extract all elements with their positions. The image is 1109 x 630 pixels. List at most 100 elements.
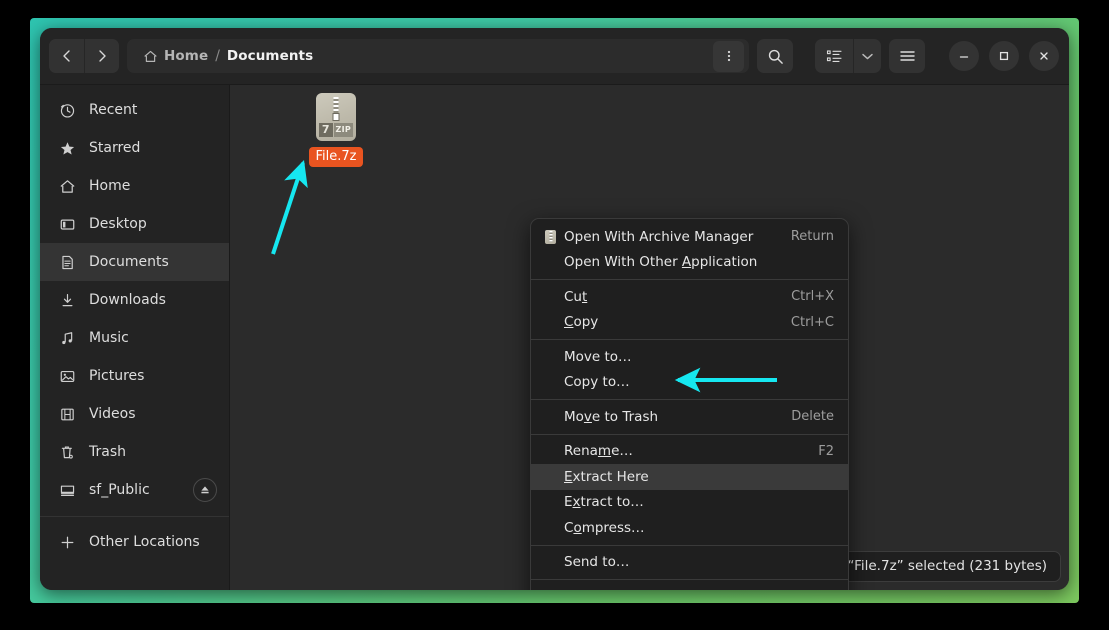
context-menu-separator [531, 279, 848, 280]
sidebar-item-videos[interactable]: Videos [40, 395, 229, 433]
list-view-icon [826, 49, 843, 64]
path-options-button[interactable] [713, 41, 744, 72]
maximize-button[interactable] [989, 41, 1019, 71]
context-menu-item-label: Open With Other Application [564, 254, 834, 270]
sidebar-item-label: Other Locations [89, 534, 217, 550]
archive-7zip-icon: 7 ZIP [316, 93, 356, 141]
context-menu-item-accelerator: Ctrl+C [791, 315, 834, 330]
sidebar-item-desktop[interactable]: Desktop [40, 205, 229, 243]
sidebar-item-label: Recent [89, 102, 217, 118]
close-button[interactable] [1029, 41, 1059, 71]
sidebar-item-home[interactable]: Home [40, 167, 229, 205]
context-menu-item-extract-here[interactable]: Extract Here [531, 464, 848, 490]
chevron-down-icon [861, 52, 874, 61]
context-menu-item-move-to[interactable]: Move to… [531, 344, 848, 370]
view-dropdown-button[interactable] [853, 39, 881, 73]
context-menu-separator [531, 339, 848, 340]
context-menu-item-label: Extract Here [564, 469, 834, 485]
status-bar: “File.7z” selected (231 bytes) [834, 551, 1061, 582]
context-menu-item-send-to[interactable]: Send to… [531, 550, 848, 576]
context-menu-separator [531, 545, 848, 546]
context-menu-item-move-to-trash[interactable]: Move to TrashDelete [531, 404, 848, 430]
breadcrumb-current-label: Documents [227, 48, 313, 64]
context-menu-item-rename[interactable]: Rename… F2 [531, 439, 848, 465]
breadcrumb-separator: / [214, 48, 221, 64]
sidebar-item-label: Desktop [89, 216, 217, 232]
desktop-icon [58, 215, 76, 233]
home-icon [58, 177, 76, 195]
forward-button[interactable] [84, 39, 119, 73]
context-menu-item-label: Extract to… [564, 494, 834, 510]
context-menu-item-label: Star [564, 589, 834, 590]
breadcrumb-home-label: Home [164, 48, 208, 64]
music-icon [58, 329, 76, 347]
chevron-right-icon [95, 49, 109, 63]
breadcrumb-item-home[interactable]: Home [137, 45, 214, 67]
home-icon [143, 49, 158, 64]
sidebar-item-recent[interactable]: Recent [40, 91, 229, 129]
context-menu-item-copy[interactable]: Copy Ctrl+C [531, 310, 848, 336]
context-menu-item-label: Rename… [564, 443, 804, 459]
file-list-area[interactable]: 7 ZIP File.7z Open With Archive ManagerR… [230, 85, 1069, 590]
sidebar-item-sf-public[interactable]: sf_Public [40, 471, 229, 509]
video-icon [58, 405, 76, 423]
context-menu-item-compress[interactable]: Compress… [531, 515, 848, 541]
context-menu-item-label: Cut [564, 289, 777, 305]
sevenzip-badge: 7 ZIP [319, 123, 353, 137]
eject-icon[interactable] [193, 478, 217, 502]
sidebar-item-music[interactable]: Music [40, 319, 229, 357]
breadcrumb-item-documents[interactable]: Documents [221, 45, 319, 67]
search-button[interactable] [757, 39, 793, 73]
more-vertical-icon [722, 49, 736, 63]
sidebar-item-other-locations[interactable]: Other Locations [40, 523, 229, 561]
window-controls [949, 41, 1059, 71]
hamburger-menu-icon [899, 49, 916, 63]
app-menu-button[interactable] [889, 39, 925, 73]
context-menu-item-label: Move to Trash [564, 409, 777, 425]
clock-icon [58, 101, 76, 119]
plus-icon [58, 533, 76, 551]
zipper-pull [333, 113, 340, 121]
archive-7zip-icon [545, 230, 564, 244]
context-menu-item-accelerator: Ctrl+X [791, 289, 834, 304]
minimize-button[interactable] [949, 41, 979, 71]
context-menu-item-label: Move to… [564, 349, 834, 365]
breadcrumb: Home / Documents [127, 39, 749, 73]
sidebar-item-pictures[interactable]: Pictures [40, 357, 229, 395]
screen: Home / Documents [0, 0, 1109, 630]
sidebar-item-starred[interactable]: Starred [40, 129, 229, 167]
sidebar-item-documents[interactable]: Documents [40, 243, 229, 281]
context-menu[interactable]: Open With Archive ManagerReturnOpen With… [530, 218, 849, 590]
context-menu-item-extract-to[interactable]: Extract to… [531, 490, 848, 516]
back-button[interactable] [49, 39, 84, 73]
context-menu-item-copy-to[interactable]: Copy to… [531, 370, 848, 396]
navigation-buttons [49, 39, 119, 73]
chevron-left-icon [60, 49, 74, 63]
context-menu-separator [531, 434, 848, 435]
context-menu-item-label: Copy to… [564, 374, 834, 390]
context-menu-item-label: Compress… [564, 520, 834, 536]
file-item-file-7z[interactable]: 7 ZIP File.7z [290, 93, 382, 167]
trash-icon [58, 443, 76, 461]
sidebar-item-label: Downloads [89, 292, 217, 308]
header-bar: Home / Documents [40, 28, 1069, 85]
context-menu-item-cut[interactable]: Cut Ctrl+X [531, 284, 848, 310]
sidebar-item-trash[interactable]: Trash [40, 433, 229, 471]
sidebar-item-downloads[interactable]: Downloads [40, 281, 229, 319]
sidebar-item-label: Pictures [89, 368, 217, 384]
context-menu-item-open-with-other-application[interactable]: Open With Other Application [531, 250, 848, 276]
star-icon [58, 139, 76, 157]
context-menu-item-star[interactable]: Star [531, 584, 848, 590]
document-icon [58, 253, 76, 271]
file-manager-window: Home / Documents [40, 28, 1069, 590]
window-body: Recent Starred [40, 85, 1069, 590]
context-menu-item-accelerator: F2 [818, 444, 834, 459]
picture-icon [58, 367, 76, 385]
context-menu-item-label: Copy [564, 314, 777, 330]
sidebar-divider [40, 516, 229, 517]
sidebar-item-label: Trash [89, 444, 217, 460]
context-menu-item-open-with-archive-manager[interactable]: Open With Archive ManagerReturn [531, 224, 848, 250]
context-menu-item-label: Open With Archive Manager [564, 229, 777, 245]
list-view-button[interactable] [815, 39, 853, 73]
sidebar-item-label: Home [89, 178, 217, 194]
